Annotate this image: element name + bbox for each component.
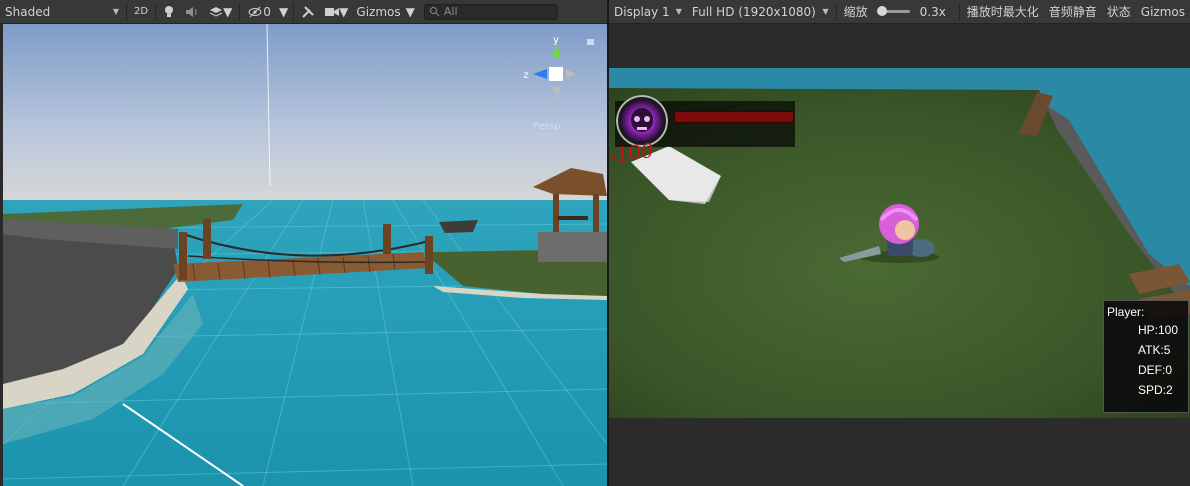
toolbar-separator (958, 2, 960, 21)
player-stats-panel: Player: HP:100 ATK:5 DEF:0 SPD:2 (1103, 300, 1189, 413)
game-gizmos-toggle[interactable]: Gizmos (1136, 2, 1190, 22)
stat-def: DEF:0 (1138, 363, 1173, 377)
display-label: Display 1 (614, 4, 670, 19)
toolbar-separator (835, 2, 837, 21)
resolution-label: Full HD (1920x1080) (691, 4, 816, 19)
scale-slider-track[interactable] (876, 6, 910, 16)
camera-dropdown[interactable]: ▼ (320, 2, 353, 22)
gizmo-center-cube[interactable] (549, 67, 563, 81)
layers-icon (209, 6, 223, 17)
chevron-down-icon: ▼ (112, 7, 119, 16)
search-icon (429, 7, 440, 17)
chevron-down-icon: ▼ (339, 4, 349, 19)
effects-dropdown[interactable]: ▼ (204, 2, 237, 22)
toolbar-separator (155, 2, 157, 21)
speaker-icon (186, 6, 197, 17)
game-render-canvas (609, 24, 1190, 486)
chevron-down-icon: ▼ (675, 7, 682, 16)
scene-search-input[interactable]: All (423, 3, 558, 20)
tools-button[interactable] (296, 2, 320, 22)
2d-label: 2D (134, 6, 149, 17)
gizmos-label: Gizmos (356, 4, 401, 19)
scale-slider-handle[interactable] (876, 6, 887, 16)
scale-label: 缩放 (843, 5, 868, 19)
gizmos-button[interactable]: Gizmos (353, 2, 402, 22)
visibility-dropdown[interactable]: ▼ (276, 2, 291, 22)
gizmo-lock-icon[interactable] (587, 39, 594, 45)
camera-icon (325, 7, 340, 16)
chevron-down-icon: ▼ (822, 7, 829, 16)
resolution-dropdown[interactable]: Full HD (1920x1080) ▼ (687, 2, 834, 22)
stat-atk: ATK:5 (1138, 343, 1171, 357)
game-view[interactable]: -100 Player: HP:100 ATK:5 DEF:0 SPD:2 (609, 24, 1190, 486)
scale-value: 0.3x (919, 4, 946, 19)
boat (439, 220, 478, 233)
toolbar-separator (126, 2, 127, 21)
search-placeholder: All (443, 5, 458, 18)
chevron-down-icon: ▼ (223, 4, 233, 19)
stat-hp: HP:100 (1138, 323, 1179, 337)
scene-toolbar: Shaded ▼ 2D ▼ 0 ▼ ▼ Gizmos ▼ All (0, 0, 608, 24)
audio-toggle-button[interactable] (180, 2, 204, 22)
game-top-band (609, 24, 1190, 68)
health-bar (674, 111, 794, 123)
sky (3, 24, 607, 204)
stats-toggle[interactable]: 状态 (1102, 2, 1136, 22)
game-bottom-band (609, 418, 1190, 486)
tools-icon (302, 5, 314, 18)
scale-slider[interactable]: 0.3x (873, 2, 951, 22)
toolbar-separator (293, 2, 295, 21)
gizmo-y-label: y (553, 35, 559, 46)
chevron-down-icon: ▼ (278, 4, 289, 19)
toolbar-separator (239, 2, 241, 21)
lightbulb-icon (165, 6, 174, 17)
player-stats-title: Player: (1107, 305, 1145, 319)
lighting-toggle-button[interactable] (158, 2, 180, 22)
gizmo-z-label: z (523, 70, 528, 81)
game-toolbar: Display 1 ▼ Full HD (1920x1080) ▼ 缩放 0.3… (609, 0, 1190, 24)
scene-view[interactable]: y z Persp (3, 24, 607, 486)
scene-visibility-button[interactable]: 0 (242, 2, 276, 22)
stat-spd: SPD:2 (1138, 383, 1173, 397)
scene-viewport-canvas[interactable]: y z Persp (3, 24, 607, 486)
hidden-eye-icon (248, 6, 262, 17)
2d-toggle-button[interactable]: 2D (129, 2, 153, 22)
gizmos-dropdown[interactable]: ▼ (403, 2, 418, 22)
hidden-count: 0 (263, 4, 271, 19)
projection-label[interactable]: Persp (533, 121, 561, 132)
shading-mode-dropdown[interactable]: Shaded ▼ (0, 2, 124, 22)
display-dropdown[interactable]: Display 1 ▼ (609, 2, 687, 22)
chevron-down-icon: ▼ (405, 4, 415, 19)
shading-mode-label: Shaded (5, 4, 51, 19)
maximize-on-play-toggle[interactable]: 播放时最大化 (962, 2, 1044, 22)
mute-audio-toggle[interactable]: 音频静音 (1044, 2, 1102, 22)
